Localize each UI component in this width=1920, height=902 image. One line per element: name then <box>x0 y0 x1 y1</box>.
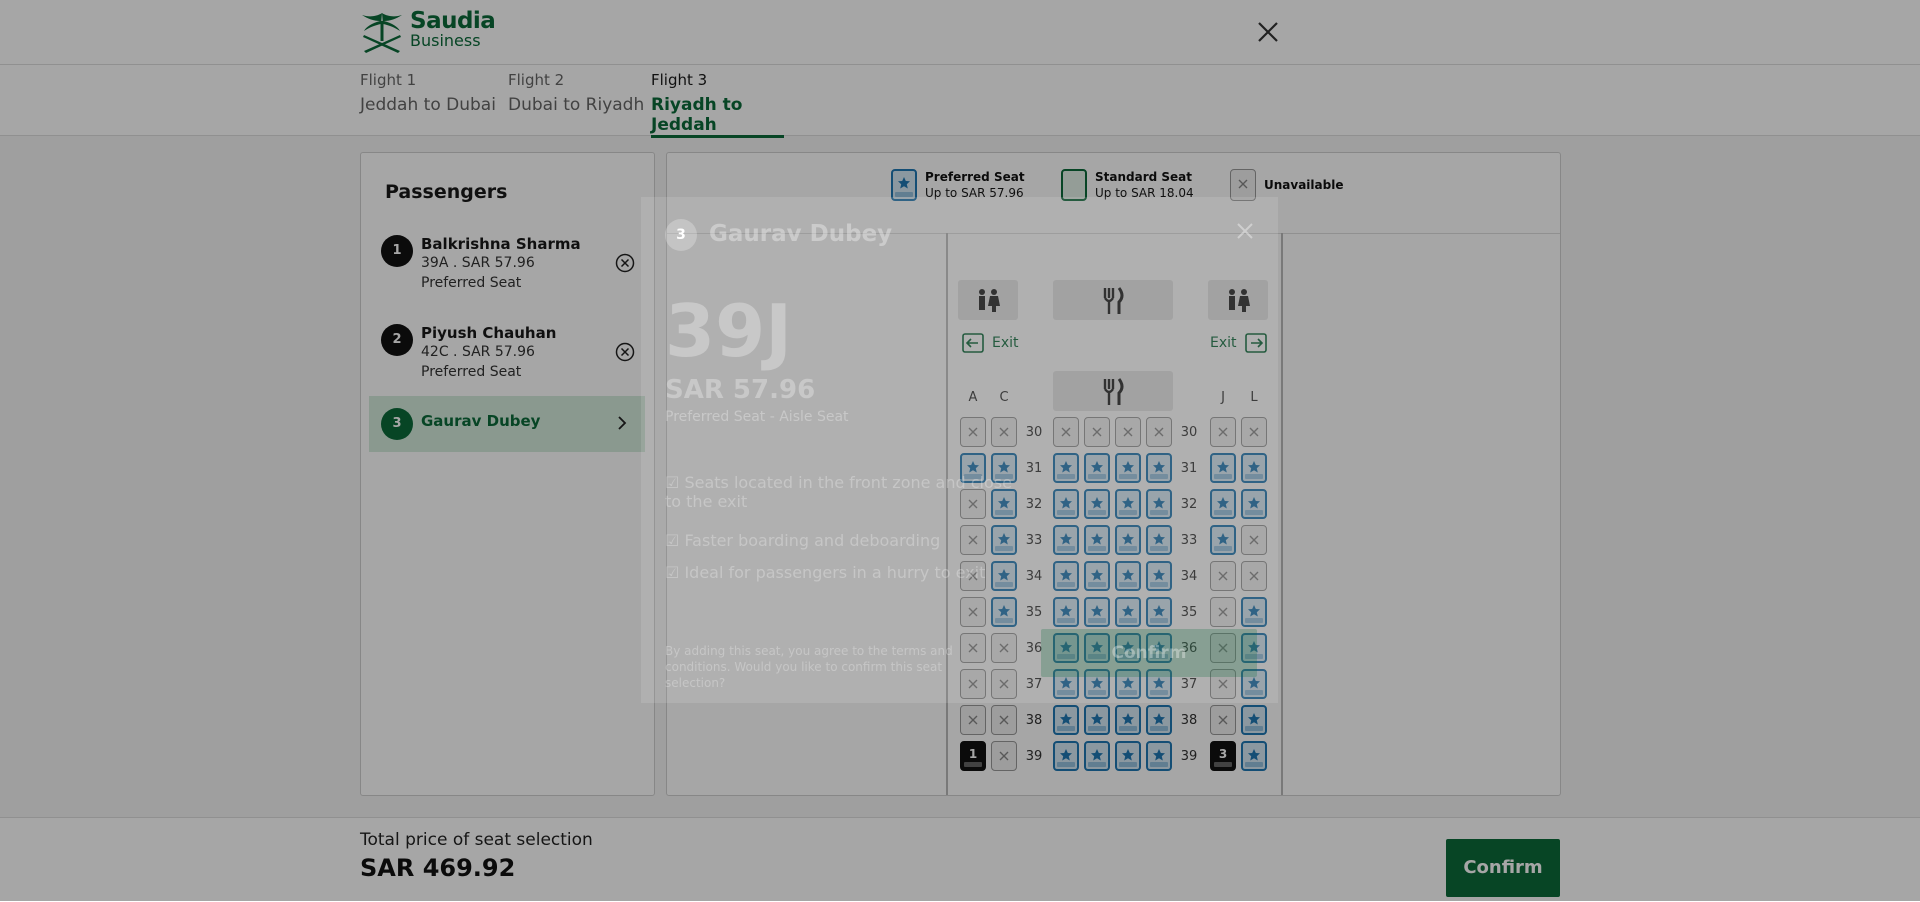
popup-terms: By adding this seat, you agree to the te… <box>665 644 953 690</box>
popup-close-icon[interactable] <box>1235 221 1255 241</box>
popup-feature: ☑ Ideal for passengers in a hurry to exi… <box>665 563 986 582</box>
popup-feature-text: Ideal for passengers in a hurry to exit <box>684 563 986 582</box>
popup-seat-type: Preferred Seat - Aisle Seat <box>665 409 849 425</box>
popup-feature: ☑ Seats located in the front zone and cl… <box>665 473 1012 511</box>
seat-detail-popup: 3 Gaurav Dubey 39J SAR 57.96 Preferred S… <box>641 197 1278 703</box>
popup-passenger-name: Gaurav Dubey <box>709 221 893 247</box>
popup-confirm-button[interactable]: Confirm <box>1041 629 1257 677</box>
popup-seat-price: SAR 57.96 <box>665 375 816 405</box>
popup-feature-text: Faster boarding and deboarding <box>684 531 941 550</box>
popup-seat-number: 39J <box>665 289 792 373</box>
popup-passenger-number: 3 <box>665 219 697 251</box>
popup-feature: ☑ Faster boarding and deboarding <box>665 531 941 550</box>
popup-feature-text: Seats located in the front zone and clos… <box>665 473 1012 511</box>
